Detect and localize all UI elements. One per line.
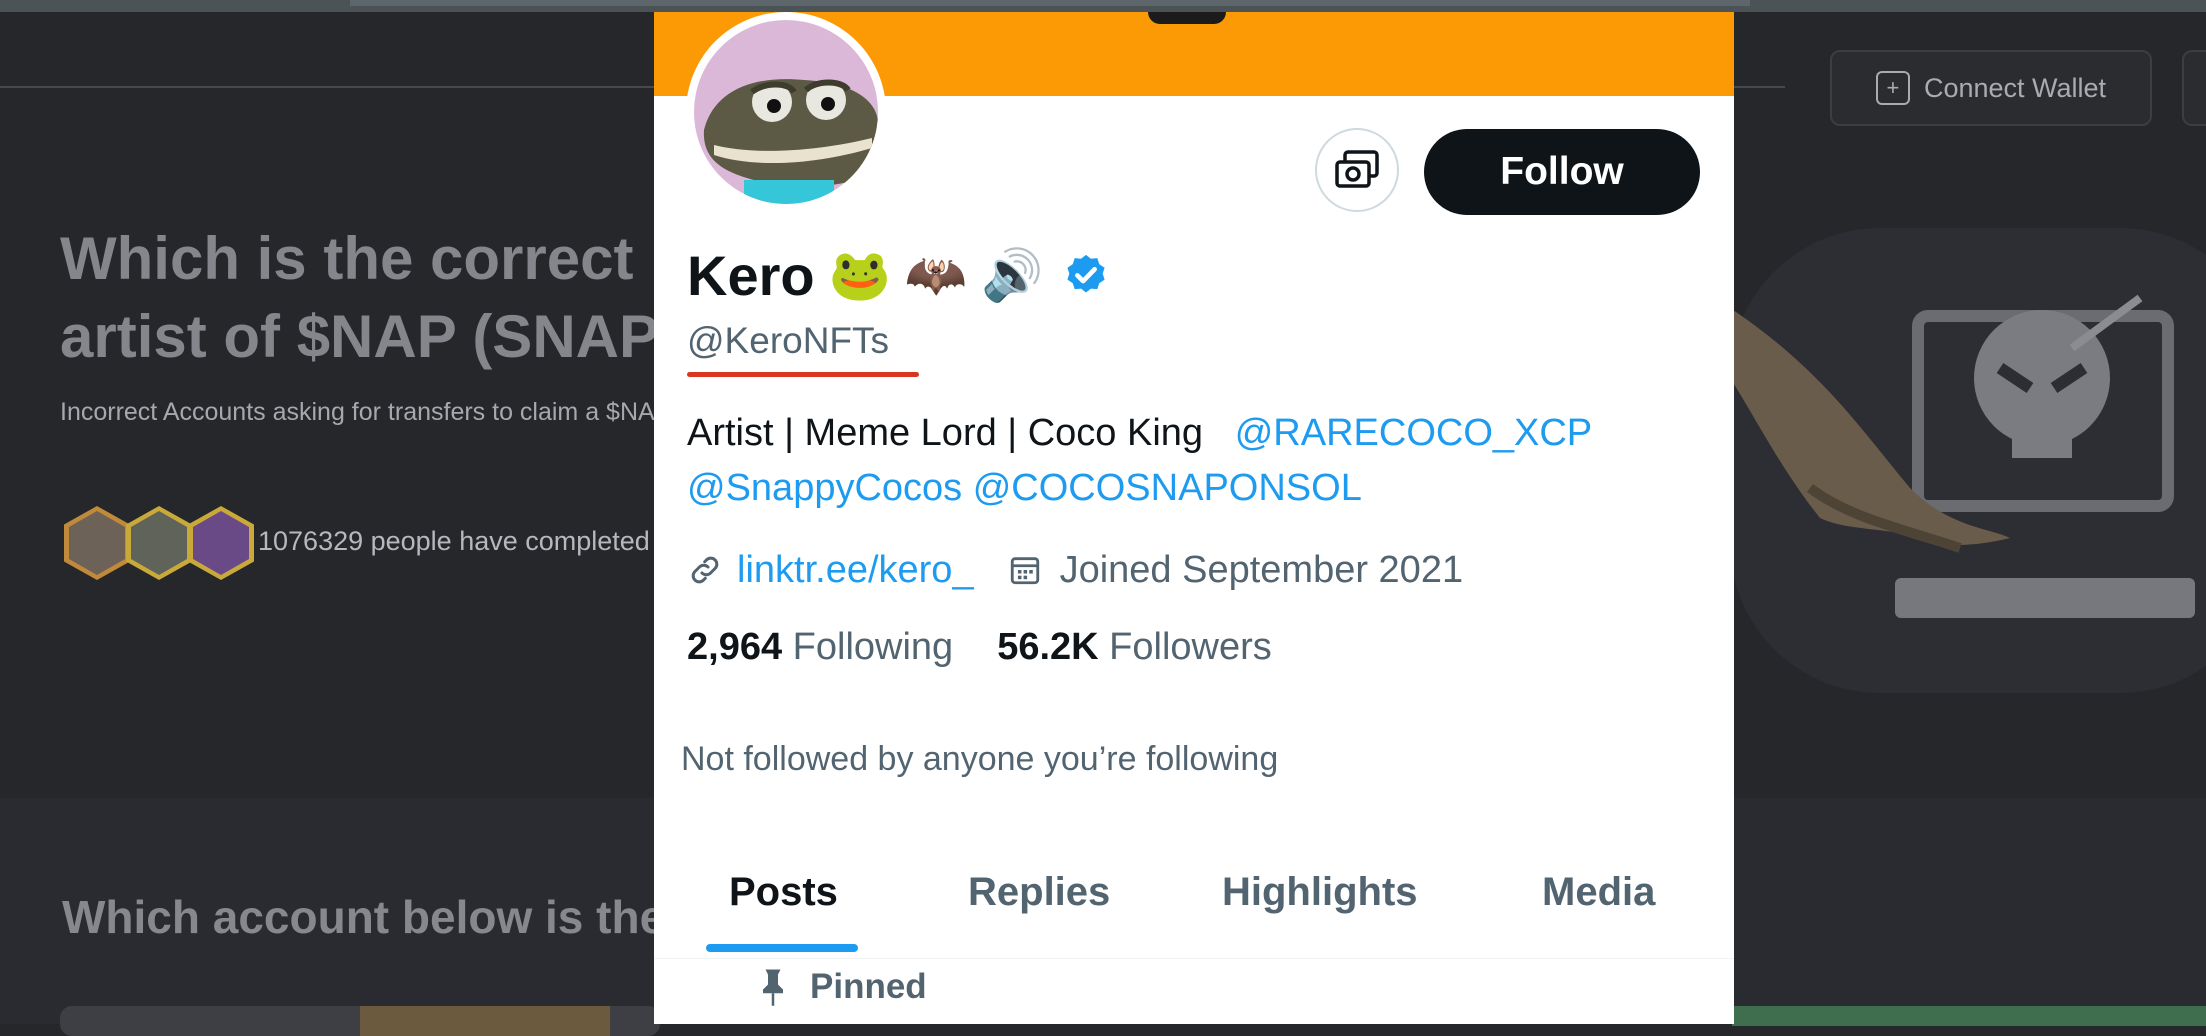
crocodile-avatar-image [703, 79, 878, 204]
verified-badge-icon[interactable] [1063, 252, 1109, 298]
question2-title: Which account below is the [62, 891, 662, 943]
profile-bio: Artist | Meme Lord | Coco King @RARECOCO… [687, 406, 1697, 516]
hacker-laptop-illustration [1730, 228, 2206, 693]
following-label: Following [792, 626, 954, 668]
speaker-emoji: 🔊 [981, 246, 1044, 304]
connect-wallet-button[interactable]: + Connect Wallet [1830, 50, 2152, 126]
pinned-label: Pinned [810, 967, 927, 1006]
profile-name: Kero [687, 243, 815, 307]
profile-name-row: Kero 🐸 🦇 🔊 [687, 240, 1109, 310]
not-followed-text: Not followed by anyone you’re following [681, 740, 1279, 778]
tab-strip-bar [350, 0, 1750, 6]
plus-square-icon: + [1875, 71, 1910, 105]
camera-notch [1148, 12, 1226, 24]
follow-button[interactable]: Follow [1424, 129, 1700, 215]
completed-count-text: 1076329 people have completed [258, 526, 650, 556]
handle-underline-annotation [687, 372, 919, 377]
tip-button[interactable] [1315, 128, 1399, 212]
profile-stats: 2,964 Following 56.2K Followers [687, 626, 1272, 669]
following-stat[interactable]: 2,964 Following [687, 626, 953, 669]
followers-label: Followers [1109, 626, 1272, 668]
followers-count: 56.2K [997, 626, 1099, 668]
warning-text: Incorrect Accounts asking for transfers … [60, 398, 665, 426]
profile-meta: linktr.ee/kero_ Joined September 2021 [687, 545, 1463, 595]
tab-posts[interactable]: Posts [729, 870, 838, 915]
profile-handle: @KeroNFTs [687, 320, 890, 361]
profile-card: Follow Kero 🐸 🦇 🔊 @KeroNFTs Artist | Mem… [654, 12, 1734, 1024]
participant-avatar [126, 506, 192, 580]
bat-emoji: 🦇 [904, 246, 968, 304]
bio-mention-rarecoco[interactable]: @RARECOCO_XCP [1235, 412, 1592, 454]
participant-avatars [64, 506, 264, 580]
profile-avatar[interactable] [686, 12, 886, 212]
bio-mention-snappycocos[interactable]: @SnappyCocos [687, 467, 962, 509]
tip-jar-icon [1335, 150, 1379, 188]
connect-wallet-label: Connect Wallet [1923, 72, 2107, 103]
followers-stat[interactable]: 56.2K Followers [997, 626, 1272, 669]
participant-avatar [64, 506, 130, 580]
tab-highlights[interactable]: Highlights [1222, 870, 1418, 915]
following-count: 2,964 [687, 626, 783, 668]
carousel-item[interactable] [360, 1006, 610, 1036]
question-title: Which is the correct artist of $NAP (SNA… [60, 225, 679, 370]
browser-top-strip [0, 0, 2206, 12]
frog-emoji: 🐸 [828, 246, 891, 304]
account-carousel[interactable] [60, 1006, 660, 1036]
calendar-icon [1010, 557, 1039, 585]
active-tab-indicator [706, 944, 858, 952]
website-link[interactable]: linktr.ee/kero_ [737, 549, 974, 592]
carousel-right-item[interactable] [1732, 1006, 2206, 1026]
bio-mention-cocosnaponsol[interactable]: @COCOSNAPONSOL [973, 467, 1362, 509]
joined-date: Joined September 2021 [1059, 548, 1464, 591]
link-icon [691, 556, 719, 584]
bio-text: Artist | Meme Lord | Coco King [687, 412, 1204, 454]
header-edge-button[interactable] [2182, 50, 2206, 126]
profile-tabs: Posts Replies Highlights Media [654, 852, 1734, 959]
tab-media[interactable]: Media [1542, 870, 1655, 915]
pinned-post-header: Pinned [758, 967, 927, 1007]
tab-replies[interactable]: Replies [968, 870, 1110, 915]
participant-avatar [188, 506, 254, 580]
pin-icon [763, 969, 783, 1006]
